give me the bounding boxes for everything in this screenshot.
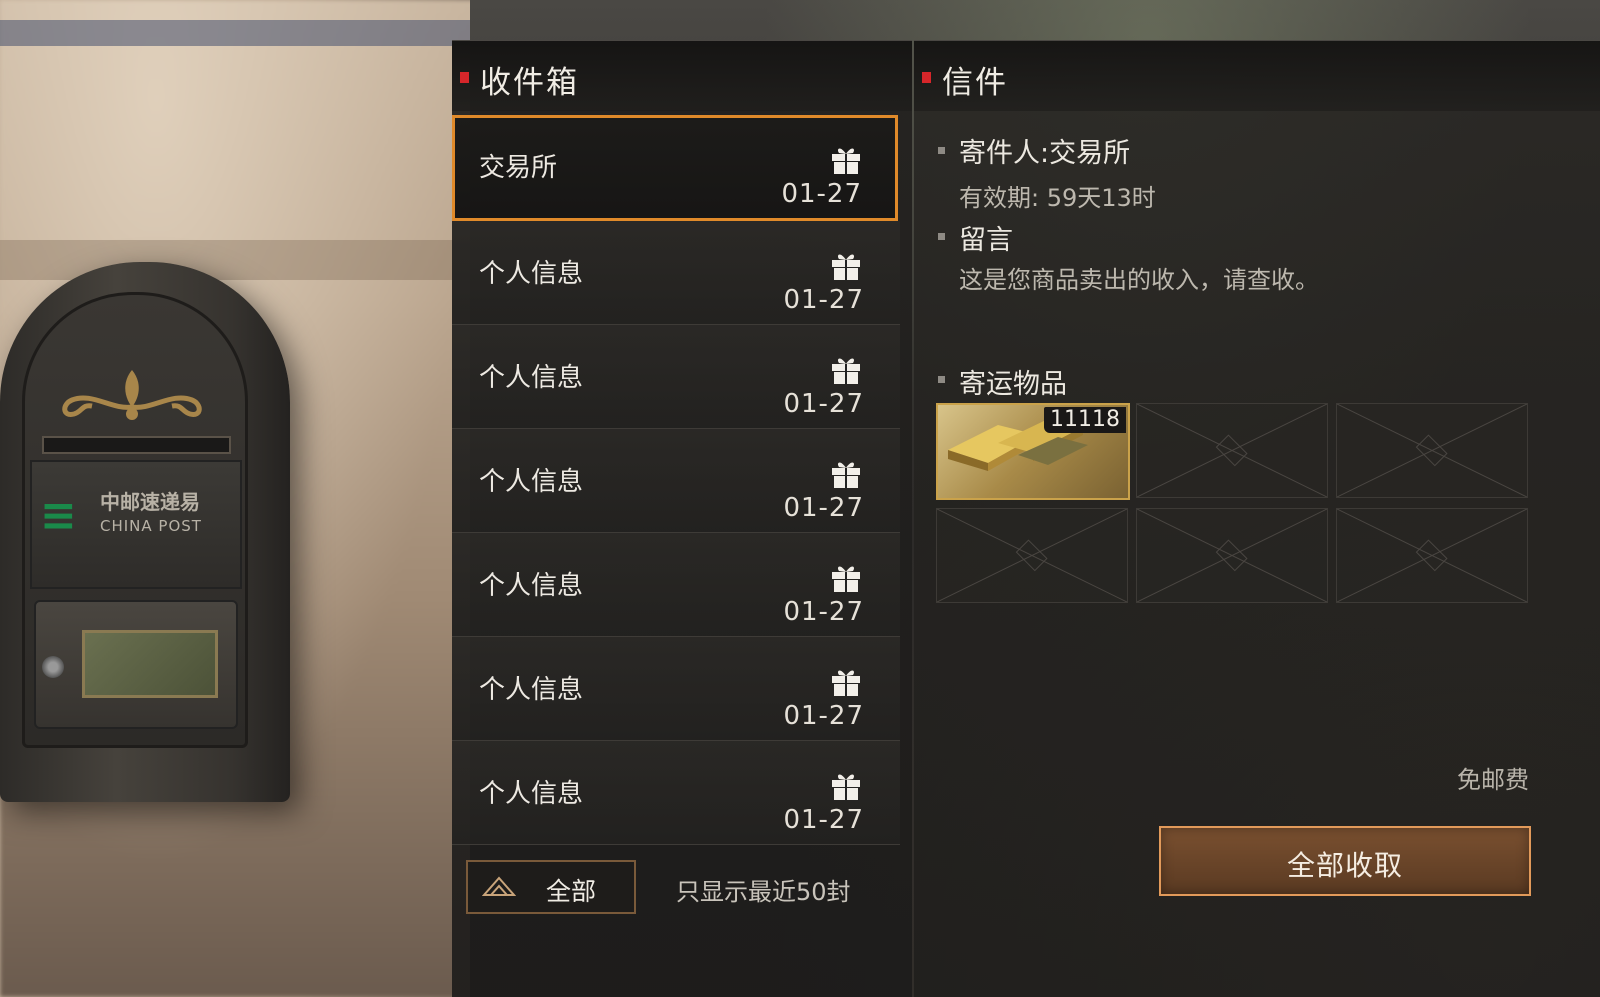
sender-line: 寄件人:交易所 (959, 138, 1131, 169)
letter-header: 信件 (914, 40, 1600, 111)
china-post-cn: 中邮速递易 (100, 490, 200, 514)
empty-slot-icon (1137, 509, 1327, 602)
attachments-heading: 寄运物品 (959, 369, 1067, 400)
mail-item[interactable]: 个人信息 01-27 (452, 429, 900, 533)
message-heading: 留言 (959, 225, 1013, 256)
empty-slot-icon (1337, 509, 1527, 602)
attachment-slot-empty (1136, 508, 1328, 603)
quantity-badge: 11118 (1044, 407, 1126, 433)
mail-item[interactable]: 个人信息 01-27 (452, 637, 900, 741)
mail-date: 01-27 (783, 285, 864, 315)
mail-date: 01-27 (781, 179, 862, 209)
empty-slot-icon (1137, 404, 1327, 497)
bullet-icon (938, 376, 945, 383)
attachment-slot-empty (1136, 403, 1328, 498)
mailbox-window (82, 630, 218, 698)
bullet-icon (938, 147, 945, 154)
message-text: 这是您商品卖出的收入，请查收。 (959, 266, 1319, 294)
mail-date: 01-27 (783, 597, 864, 627)
inbox-header: 收件箱 (452, 40, 912, 111)
mail-item[interactable]: 个人信息 01-27 (452, 741, 900, 845)
mailbox-slot (42, 436, 231, 454)
mail-item[interactable]: 个人信息 01-27 (452, 533, 900, 637)
recent-mail-note: 只显示最近50封 (676, 878, 851, 906)
header-marker (460, 72, 469, 83)
mail-item-selected[interactable]: 交易所 01-27 (452, 115, 898, 221)
mail-date: 01-27 (783, 701, 864, 731)
gift-icon (832, 774, 860, 800)
china-post-label: 中邮速递易 CHINA POST (100, 490, 202, 538)
mail-sender: 交易所 (479, 153, 558, 183)
mail-sender: 个人信息 (479, 571, 584, 601)
inbox-panel: 收件箱 交易所 01-27 个人信息 01-27 个人信息 01-27 个人信息… (452, 40, 912, 997)
validity-text: 有效期: 59天13时 (959, 184, 1156, 212)
mail-list[interactable]: 交易所 01-27 个人信息 01-27 个人信息 01-27 个人信息 01-… (452, 115, 902, 870)
mail-date: 01-27 (783, 389, 864, 419)
mail-date: 01-27 (783, 805, 864, 835)
gift-icon (832, 566, 860, 592)
letter-title: 信件 (942, 65, 1008, 101)
china-post-en: CHINA POST (100, 517, 202, 535)
empty-slot-icon (1337, 404, 1527, 497)
gift-icon (832, 148, 860, 174)
ornament-icon (62, 370, 202, 420)
letter-panel: 信件 寄件人:交易所 有效期: 59天13时 留言 这是您商品卖出的收入，请查收… (914, 40, 1600, 997)
gift-icon (832, 462, 860, 488)
keyhole-icon (42, 656, 64, 678)
mail-item[interactable]: 个人信息 01-27 (452, 221, 900, 325)
bullet-icon (938, 233, 945, 240)
inbox-title: 收件箱 (480, 65, 579, 101)
mail-sender: 个人信息 (479, 467, 584, 497)
filter-label: 全部 (546, 877, 597, 906)
attachment-slot-filled[interactable]: 11118 (936, 403, 1130, 500)
mail-sender: 个人信息 (479, 259, 584, 289)
attachment-slot-empty (1336, 508, 1528, 603)
background-stripe (0, 240, 470, 280)
header-marker (922, 72, 931, 83)
attachment-slot-empty (936, 508, 1128, 603)
mail-item[interactable]: 个人信息 01-27 (452, 325, 900, 429)
filter-all-button[interactable]: 全部 (466, 860, 636, 914)
collect-all-label: 全部收取 (1286, 849, 1403, 882)
mail-date: 01-27 (783, 493, 864, 523)
mail-sender: 个人信息 (479, 363, 584, 393)
mail-sender: 个人信息 (479, 779, 584, 809)
china-post-logo-icon: ≡ (40, 490, 77, 541)
mail-sender: 个人信息 (479, 675, 584, 705)
gift-icon (832, 254, 860, 280)
gift-icon (832, 670, 860, 696)
filter-triangle-icon (482, 876, 516, 896)
empty-slot-icon (937, 509, 1127, 602)
background-stripe (0, 20, 470, 46)
postage-label: 免邮费 (1457, 766, 1529, 794)
gift-icon (832, 358, 860, 384)
attachment-slot-empty (1336, 403, 1528, 498)
collect-all-button[interactable]: 全部收取 (1159, 826, 1531, 896)
